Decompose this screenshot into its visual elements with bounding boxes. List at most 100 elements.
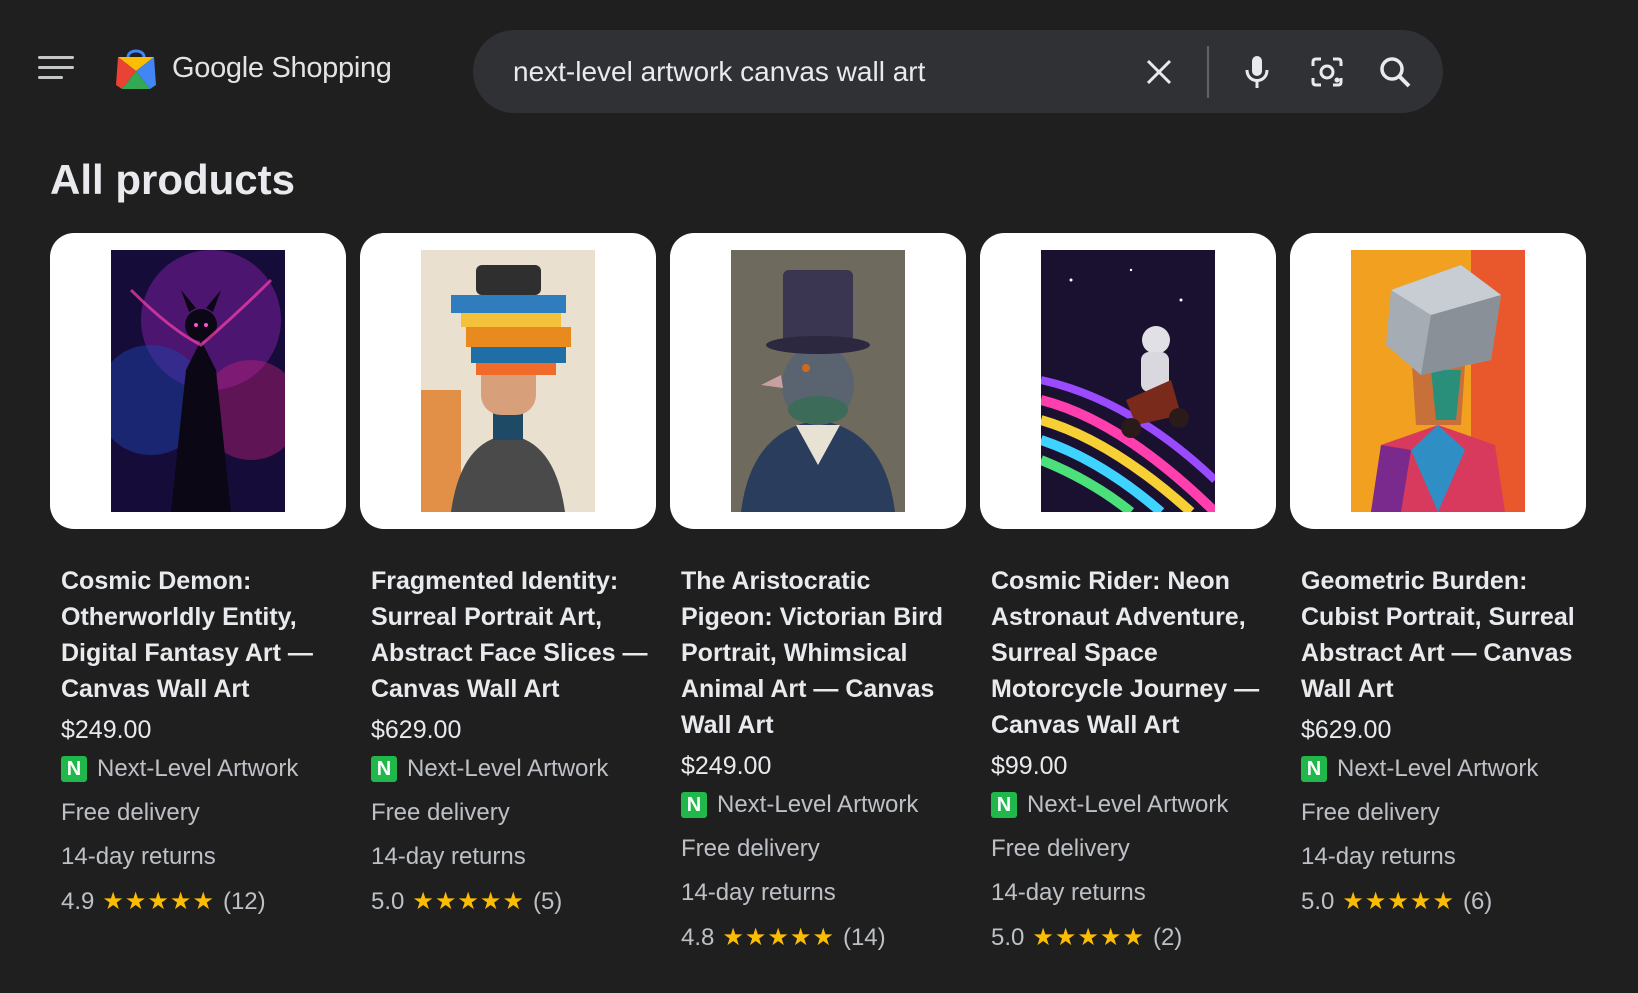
product-title[interactable]: The Aristocratic Pigeon: Victorian Bird …: [681, 563, 966, 743]
delivery-info: Free delivery: [371, 799, 510, 826]
menu-line: [38, 76, 64, 79]
search-input[interactable]: [511, 54, 1115, 89]
voice-search-button[interactable]: [1237, 52, 1277, 92]
star-rating-icon: ★★★★★: [722, 924, 835, 951]
rating-value: 4.9: [61, 887, 95, 915]
main-menu-button[interactable]: [38, 56, 74, 84]
delivery-info: Free delivery: [1301, 799, 1440, 826]
seller-name: Next-Level Artwork: [717, 791, 919, 818]
search-divider: [1207, 45, 1209, 98]
product-title-line: The Aristocratic: [681, 567, 871, 595]
product-price: $629.00: [371, 716, 462, 744]
seller-row: N Next-Level Artwork: [681, 791, 966, 819]
review-count: (5): [532, 887, 563, 915]
review-count: (14): [842, 923, 886, 951]
product-title[interactable]: Geometric Burden: Cubist Portrait, Surre…: [1301, 563, 1586, 707]
product-title-line: Portrait, Whimsical: [681, 639, 908, 667]
menu-line: [38, 56, 74, 59]
product-image-aristocratic-pigeon: [731, 250, 905, 512]
camera-lens-icon: [1311, 57, 1343, 86]
microphone-icon: [1245, 55, 1269, 88]
seller-row: N Next-Level Artwork: [371, 755, 656, 783]
product-title-line: Astronaut Adventure,: [991, 603, 1246, 631]
product-image-frame[interactable]: [1290, 233, 1586, 529]
delivery-info: Free delivery: [681, 835, 820, 862]
product-title[interactable]: Fragmented Identity: Surreal Portrait Ar…: [371, 563, 656, 707]
product-title[interactable]: Cosmic Rider: Neon Astronaut Adventure, …: [991, 563, 1276, 743]
rating-row: 5.0 ★★★★★ (6): [1301, 887, 1586, 916]
product-title-line: Geometric Burden:: [1301, 567, 1528, 595]
product-title-line: Fragmented Identity:: [371, 567, 619, 595]
product-title[interactable]: Cosmic Demon: Otherworldly Entity, Digit…: [61, 563, 346, 707]
star-rating-icon: ★★★★★: [1032, 924, 1145, 951]
product-image-frame[interactable]: [360, 233, 656, 529]
delivery-info: Free delivery: [991, 835, 1130, 862]
close-icon: [1146, 59, 1172, 84]
seller-logo-icon: N: [1301, 756, 1327, 782]
menu-line: [38, 66, 74, 69]
product-image-fragmented-identity: [421, 250, 595, 512]
product-title-line: Canvas Wall Art: [991, 711, 1180, 739]
rating-row: 5.0 ★★★★★ (2): [991, 923, 1276, 952]
clear-search-button[interactable]: [1139, 52, 1179, 92]
product-price: $249.00: [681, 752, 772, 780]
rating-value: 5.0: [1301, 887, 1335, 915]
product-card[interactable]: Cosmic Demon: Otherworldly Entity, Digit…: [50, 233, 346, 952]
product-card[interactable]: The Aristocratic Pigeon: Victorian Bird …: [670, 233, 966, 952]
product-card[interactable]: Cosmic Rider: Neon Astronaut Adventure, …: [980, 233, 1276, 952]
product-card[interactable]: Geometric Burden: Cubist Portrait, Surre…: [1290, 233, 1586, 952]
product-title-line: Otherworldly Entity,: [61, 603, 297, 631]
product-title-line: Animal Art — Canvas: [681, 675, 935, 703]
product-image-frame[interactable]: [50, 233, 346, 529]
seller-logo-icon: N: [991, 792, 1017, 818]
seller-row: N Next-Level Artwork: [991, 791, 1276, 819]
star-rating-icon: ★★★★★: [102, 888, 215, 915]
product-card[interactable]: Fragmented Identity: Surreal Portrait Ar…: [360, 233, 656, 952]
product-title-line: Wall Art: [1301, 675, 1394, 703]
star-rating-icon: ★★★★★: [412, 888, 525, 915]
product-title-line: Wall Art: [681, 711, 774, 739]
shopping-bag-icon: [116, 49, 156, 89]
product-title-line: Abstract Art — Canvas: [1301, 639, 1573, 667]
product-image-frame[interactable]: [980, 233, 1276, 529]
review-count: (2): [1152, 923, 1183, 951]
seller-logo-icon: N: [371, 756, 397, 782]
product-title-line: Abstract Face Slices —: [371, 639, 648, 667]
lens-search-button[interactable]: [1307, 52, 1347, 92]
review-count: (6): [1462, 887, 1493, 915]
returns-info: 14-day returns: [1301, 843, 1456, 870]
product-title-line: Cosmic Demon:: [61, 567, 252, 595]
product-title-line: Pigeon: Victorian Bird: [681, 603, 944, 631]
google-shopping-logo[interactable]: Google Shopping: [114, 42, 392, 94]
product-price: $249.00: [61, 716, 152, 744]
rating-value: 5.0: [991, 923, 1025, 951]
product-title-line: Motorcycle Journey —: [991, 675, 1260, 703]
rating-value: 5.0: [371, 887, 405, 915]
product-image-cosmic-demon: [111, 250, 285, 512]
search-button[interactable]: [1375, 52, 1415, 92]
seller-logo-icon: N: [681, 792, 707, 818]
seller-name: Next-Level Artwork: [97, 755, 299, 782]
search-icon: [1380, 56, 1411, 87]
product-title-line: Digital Fantasy Art —: [61, 639, 313, 667]
product-title-line: Cubist Portrait, Surreal: [1301, 603, 1575, 631]
rating-row: 5.0 ★★★★★ (5): [371, 887, 656, 916]
product-grid: Cosmic Demon: Otherworldly Entity, Digit…: [50, 233, 1586, 952]
seller-logo-icon: N: [61, 756, 87, 782]
page-title: All products: [50, 156, 296, 203]
rating-row: 4.8 ★★★★★ (14): [681, 923, 966, 952]
rating-value: 4.8: [681, 923, 715, 951]
returns-info: 14-day returns: [991, 879, 1146, 906]
product-image-frame[interactable]: [670, 233, 966, 529]
product-title-line: Canvas Wall Art: [61, 675, 250, 703]
returns-info: 14-day returns: [681, 879, 836, 906]
delivery-info: Free delivery: [61, 799, 200, 826]
product-price: $99.00: [991, 752, 1068, 780]
product-title-line: Surreal Portrait Art,: [371, 603, 603, 631]
seller-name: Next-Level Artwork: [407, 755, 609, 782]
product-title-line: Surreal Space: [991, 639, 1158, 667]
seller-name: Next-Level Artwork: [1337, 755, 1539, 782]
returns-info: 14-day returns: [61, 843, 216, 870]
brand-name: Google Shopping: [172, 51, 392, 84]
search-bar[interactable]: [473, 30, 1443, 113]
